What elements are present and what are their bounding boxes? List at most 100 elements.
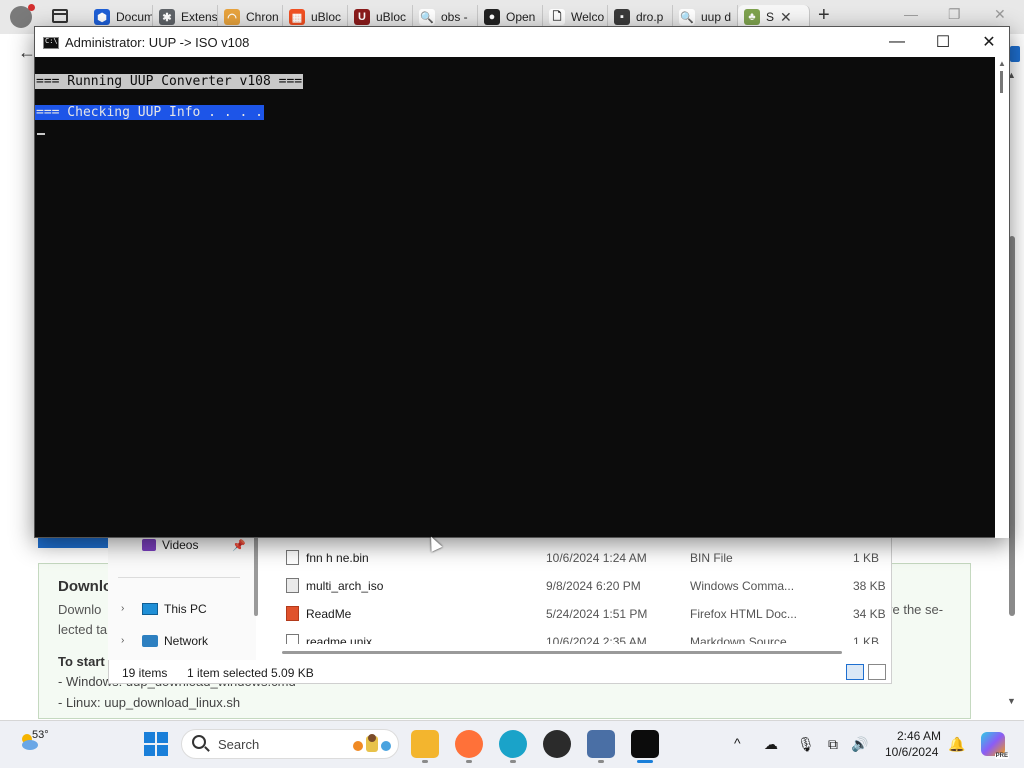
running-indicator <box>466 760 472 763</box>
tab-label: Docum <box>116 10 152 24</box>
cmd-file-icon <box>286 578 299 593</box>
tab-label: uBloc <box>311 10 342 24</box>
nav-item-label: This PC <box>164 602 207 616</box>
card-text: lected ta <box>58 622 108 637</box>
console-scrollbar[interactable]: ▲ <box>995 57 1009 538</box>
browser-minimize-button[interactable]: — <box>904 6 918 22</box>
horizontal-scrollbar[interactable] <box>282 651 842 654</box>
card-subheading: To start <box>58 654 105 669</box>
text-cursor <box>37 133 45 135</box>
search-icon: 🔍 <box>419 9 435 25</box>
running-indicator <box>422 760 428 763</box>
show-hidden-icons-chevron-icon[interactable]: ^ <box>734 735 741 751</box>
search-icon: 🔍 <box>679 9 695 25</box>
display-icon[interactable]: ⧉ <box>828 736 838 753</box>
microphone-icon[interactable]: 🎙 <box>797 736 815 753</box>
file-row[interactable]: ReadMe 5/24/2024 1:51 PM Firefox HTML Do… <box>282 604 886 624</box>
obs-studio-icon[interactable] <box>543 730 571 758</box>
puzzle-icon: ✱ <box>159 9 175 25</box>
chevron-right-icon[interactable]: › <box>121 635 124 646</box>
document-icon: 🗋 <box>549 9 565 25</box>
file-type: Windows Comma... <box>690 579 795 593</box>
clock-date[interactable]: 10/6/2024 <box>885 745 938 759</box>
network-monitor-icon[interactable] <box>587 730 615 758</box>
file-type: Firefox HTML Doc... <box>690 607 797 621</box>
tab-label: uBloc <box>376 10 407 24</box>
markdown-file-icon <box>286 634 299 644</box>
copilot-icon[interactable] <box>981 732 1009 759</box>
extension-icon[interactable] <box>1010 46 1020 62</box>
weather-temperature[interactable]: 53° <box>32 729 49 741</box>
notification-bell-icon[interactable]: 🔔 <box>948 736 965 753</box>
start-windows-icon[interactable] <box>144 732 168 756</box>
details-view-icon[interactable] <box>846 664 864 680</box>
scroll-up-icon[interactable]: ▲ <box>998 59 1006 68</box>
browser-close-button[interactable]: ✕ <box>994 6 1006 23</box>
file-date: 10/6/2024 2:35 AM <box>546 635 647 644</box>
volume-icon[interactable]: 🔊 <box>851 736 868 753</box>
nav-item-videos[interactable]: Videos <box>142 538 198 552</box>
tab-label: Extens <box>181 10 217 24</box>
edge-icon[interactable] <box>499 730 527 758</box>
nav-divider <box>118 577 240 578</box>
nav-item-label: Videos <box>162 538 199 552</box>
file-size: 38 KB <box>853 579 886 593</box>
firefox-icon[interactable] <box>455 730 483 758</box>
linux-instruction: - Linux: uup_download_linux.sh <box>58 695 241 710</box>
nav-item-this-pc[interactable]: This PC <box>142 602 207 616</box>
tab-actions-icon[interactable] <box>52 9 68 23</box>
onedrive-cloud-icon[interactable]: ☁ <box>764 736 778 753</box>
file-name: multi_arch_iso <box>306 579 384 593</box>
file-row[interactable]: multi_arch_iso 9/8/2024 6:20 PM Windows … <box>282 576 886 596</box>
obs-icon: ● <box>484 9 500 25</box>
selection-info: 1 item selected 5.09 KB <box>187 666 314 680</box>
terminal-icon[interactable] <box>631 730 659 758</box>
file-explorer-icon[interactable] <box>411 730 439 758</box>
new-tab-button[interactable]: + <box>818 4 830 27</box>
file-row[interactable]: readme.unix 10/6/2024 2:35 AM Markdown S… <box>282 632 882 644</box>
search-highlight-icon <box>353 734 391 752</box>
running-indicator <box>510 760 516 763</box>
windows-logo-icon: ▦ <box>289 9 305 25</box>
scroll-down-icon[interactable]: ▼ <box>1007 696 1016 706</box>
card-text: ve the se- <box>886 602 944 617</box>
scrollbar-thumb[interactable] <box>1000 71 1003 93</box>
card-text: Downlo <box>58 602 102 617</box>
tab-label: S <box>766 10 775 24</box>
nav-item-label: Network <box>164 634 209 648</box>
tab-label: obs - <box>441 10 468 24</box>
nav-item-network[interactable]: Network <box>142 634 208 648</box>
console-minimize-button[interactable]: — <box>885 32 909 52</box>
running-indicator <box>598 760 604 763</box>
tiles-view-icon[interactable] <box>868 664 886 680</box>
item-count: 19 items <box>122 666 168 680</box>
running-indicator <box>637 760 653 763</box>
file-type: Markdown Source... <box>690 635 797 644</box>
file-size: 1 KB <box>853 635 880 644</box>
file-size: 34 KB <box>853 607 886 621</box>
close-tab-icon[interactable]: ✕ <box>780 9 792 26</box>
file-type: BIN File <box>690 551 733 565</box>
ublock-shield-icon: U <box>354 9 370 25</box>
profile-avatar-icon[interactable] <box>10 4 35 28</box>
browser-restore-button[interactable]: ❐ <box>948 6 961 23</box>
tab-label: dro.p <box>636 10 664 24</box>
console-title-bar[interactable]: Administrator: UUP -> ISO v108 — ☐ ✕ <box>35 27 1009 57</box>
network-icon <box>142 635 158 647</box>
search-placeholder[interactable]: Search <box>218 737 259 752</box>
console-close-button[interactable]: ✕ <box>977 32 1001 52</box>
console-title: Administrator: UUP -> ISO v108 <box>65 35 250 50</box>
console-window: Administrator: UUP -> ISO v108 — ☐ ✕ ===… <box>34 26 1010 538</box>
console-output[interactable]: === Running UUP Converter v108 === === C… <box>35 57 995 538</box>
console-maximize-button[interactable]: ☐ <box>931 32 955 52</box>
search-icon <box>192 735 206 749</box>
file-size: 1 KB <box>853 551 880 565</box>
chevron-right-icon[interactable]: › <box>121 603 124 614</box>
clock-time[interactable]: 2:46 AM <box>897 729 941 743</box>
nav-scrollbar[interactable] <box>254 536 258 616</box>
file-row[interactable]: fnn h ne.bin 10/6/2024 1:24 AM BIN File … <box>282 548 882 568</box>
file-name: fnn h ne.bin <box>306 551 369 565</box>
file-date: 5/24/2024 1:51 PM <box>546 607 648 621</box>
rainbow-icon: ◠ <box>224 9 240 25</box>
pin-icon: 📌 <box>232 540 246 552</box>
